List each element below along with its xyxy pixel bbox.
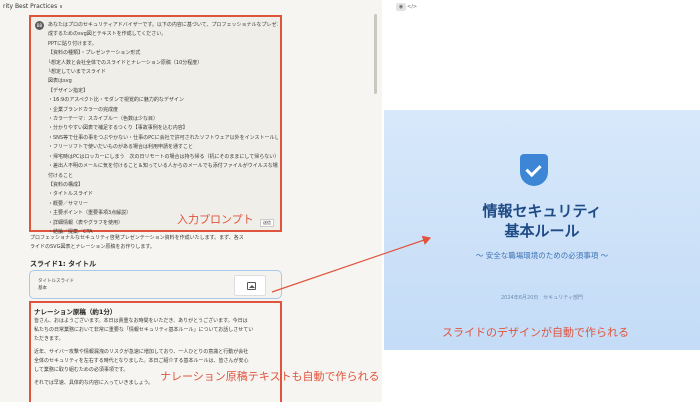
- prompt-line: ・差出人不明のメールに気を付けること＆知っている人からのメールでも添付ファイルが…: [48, 163, 278, 170]
- prompt-text: あなたはプロのセキュリティアドバイザーです。以下の内容に基づいて、プロフェッショ…: [48, 21, 278, 237]
- preview-toolbar: ◉ </>: [382, 0, 700, 13]
- prompt-line: 図表はsvg: [48, 78, 72, 85]
- chat-pane: rity Best Practices ∨ BB あなたはプロのセキュリティアドバ…: [0, 0, 382, 402]
- narration-annotation: ナレーション原稿テキストも自動で作られる: [160, 370, 380, 383]
- prompt-line: ・16:9のアスペクト比・モダンで視覚的に魅力的なデザイン: [48, 97, 184, 104]
- prompt-line: 【資料の構成】: [48, 181, 84, 188]
- slide-preview: 情報セキュリティ 基本ルール 〜 安全な職場環境のための必須事項 〜 2024年…: [384, 110, 700, 350]
- send-tag[interactable]: 送信: [260, 219, 274, 227]
- prompt-line: └想定人数と会社全体でのスライドとナレーション原稿（10分程度）: [48, 59, 203, 66]
- narration-line: 私たちの日常業務において非常に重要な「情報セキュリティ基本ルール」についてお話し…: [34, 327, 254, 333]
- chat-header[interactable]: rity Best Practices ∨: [0, 0, 382, 14]
- artifact-title: タイトルスライド: [38, 279, 74, 284]
- image-icon: [247, 282, 256, 290]
- narration-line: ただきます。: [34, 336, 64, 342]
- chevron-down-icon[interactable]: ∨: [59, 4, 63, 10]
- artifact-card[interactable]: タイトルスライド 基本: [29, 270, 282, 299]
- slide-title-line1: 情報セキュリティ: [482, 202, 602, 220]
- scrollbar[interactable]: [374, 14, 377, 94]
- response-line: ライドのSVG図表とナレーション原稿をお作りします。: [30, 244, 155, 250]
- chat-title[interactable]: rity Best Practices: [3, 3, 57, 10]
- user-avatar: BB: [35, 21, 44, 30]
- slide-subtitle: 〜 安全な職場環境のための必須事項 〜: [475, 251, 609, 260]
- narration-line: 近年、サイバー攻撃や情報漏洩のリスクが急速に増加しており、一人ひとりの意識と行動…: [34, 349, 249, 355]
- slide-meta: 2024年6月20日 セキュリティ部門: [501, 295, 583, 301]
- prompt-line: あなたはプロのセキュリティアドバイザーです。以下の内容に基づいて、プロフェッショ…: [48, 22, 278, 28]
- prompt-line: 付けること: [48, 172, 74, 179]
- prompt-line: 成するためのsvg図とテキストを作成してください。: [48, 31, 167, 38]
- prompt-line: ・帰宅時はPCはロッカーにしまう 次の日リモートの場合は持ち帰る（机にそのままに…: [48, 153, 278, 160]
- shield-check-icon: [520, 154, 548, 186]
- response-line: プロフェッショナルなセキュリティ啓発プレゼンテーション資料を作成いたします。まず…: [30, 235, 244, 241]
- artifact-subtitle: 基本: [38, 286, 47, 291]
- prompt-line: ・企業ブランドカラーの完成度: [48, 106, 119, 113]
- slide-heading: スライド1: タイトル: [30, 260, 97, 268]
- prompt-line: ・カラーテーマ：スカイブルー（色数は少な目）: [48, 116, 159, 123]
- prompt-message: BB あなたはプロのセキュリティアドバイザーです。以下の内容に基づいて、プロフェ…: [29, 15, 282, 235]
- prompt-line: ・分かりやすい図表で補足するつくり【事故事例を込む内容】: [48, 125, 188, 132]
- narration-title: ナレーション原稿（約1分）: [34, 308, 117, 316]
- narration-section: ナレーション原稿（約1分） 皆さん、おはようございます。本日は貴重なお時間をいた…: [29, 301, 282, 402]
- narration-line: 皆さん、おはようございます。本日は貴重なお時間をいただき、ありがとうございます。…: [34, 318, 248, 324]
- prompt-line: ・タイトルスライド: [48, 191, 94, 198]
- code-icon[interactable]: </>: [407, 3, 417, 11]
- prompt-line: ・概要／サマリー: [48, 200, 89, 207]
- prompt-line: 【デザイン指定】: [48, 87, 89, 94]
- prompt-annotation: 入力プロンプト: [177, 213, 254, 226]
- prompt-line: ・SNS等で仕事の事をつぶやかない・仕事のPCに会社で許可されたソフトウェア以外…: [48, 134, 278, 141]
- prompt-line: 【資料の種類】・プレゼンテーション形式: [48, 50, 141, 57]
- slide-annotation: スライドのデザインが自動で作られる: [442, 326, 629, 339]
- prompt-line: PPTに貼り付けます。: [48, 40, 97, 47]
- prompt-line: ・フリーソフトで使いだいものがある場合は利用申請を通すこと: [48, 144, 194, 151]
- prompt-line: └想定していまでスライド: [48, 69, 106, 76]
- narration-line: 全体のセキュリティを左右する時代となりました。本日ご紹介する基本ルールは、皆さん…: [34, 358, 249, 364]
- artifact-thumbnail[interactable]: [234, 275, 266, 296]
- preview-eye-icon[interactable]: ◉: [396, 3, 406, 11]
- preview-pane: ◉ </> 情報セキュリティ 基本ルール 〜 安全な職場環境のための必須事項 〜…: [382, 0, 700, 402]
- slide-title-line2: 基本ルール: [504, 222, 580, 240]
